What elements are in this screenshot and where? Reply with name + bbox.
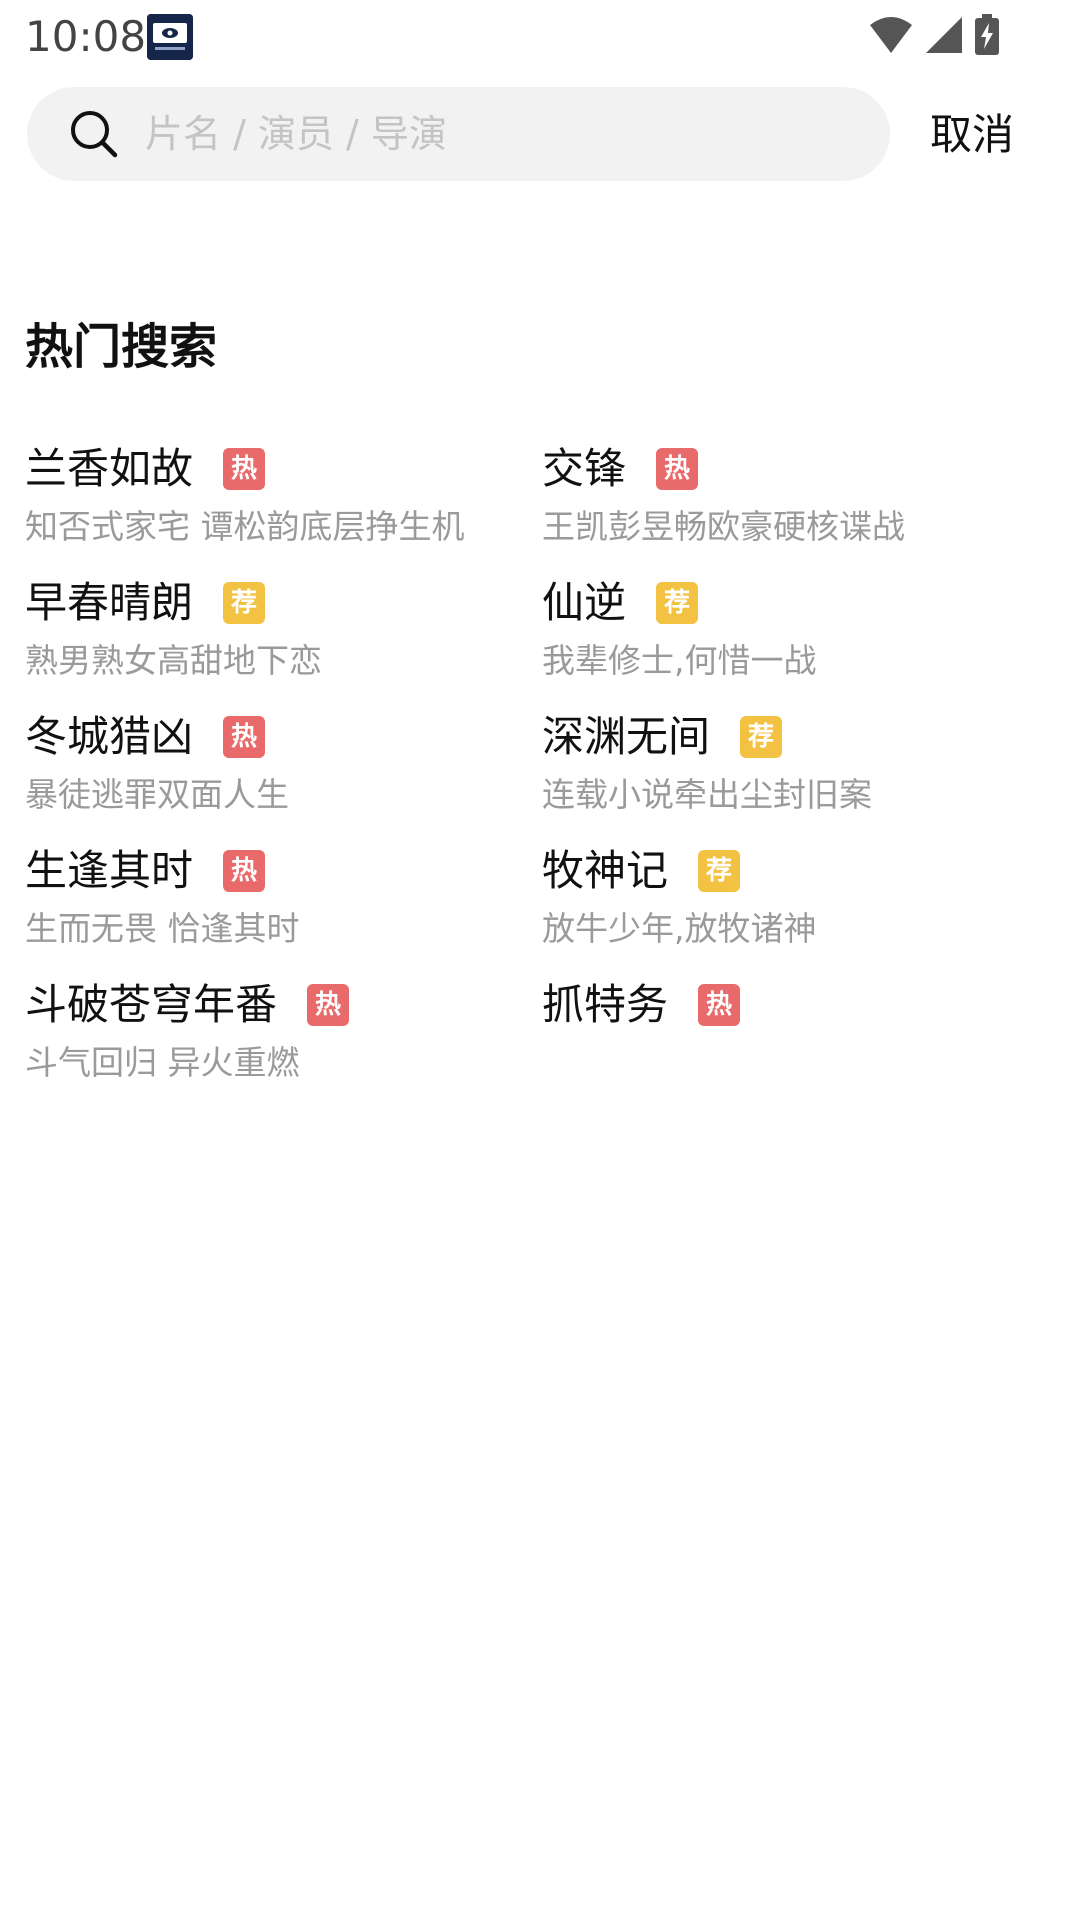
hot-search-item[interactable]: 斗破苍穹年番 热 斗气回归 异火重燃 — [25, 976, 525, 1096]
recommend-badge: 荐 — [698, 850, 741, 892]
search-box[interactable] — [27, 87, 890, 181]
hot-item-title: 牧神记 — [542, 846, 669, 895]
hot-search-item[interactable]: 抓特务 热 — [542, 976, 1042, 1096]
hot-item-title: 交锋 — [542, 444, 627, 493]
hot-item-desc: 连载小说牵出尘封旧案 — [542, 775, 872, 814]
hot-badge: 热 — [223, 716, 266, 758]
hot-search-item[interactable]: 早春晴朗 荐 熟男熟女高甜地下恋 — [25, 574, 525, 694]
section-title: 热门搜索 — [25, 319, 218, 375]
hot-item-desc: 生而无畏 恰逢其时 — [25, 909, 300, 948]
search-input[interactable] — [145, 87, 865, 181]
hot-item-desc: 暴徒逃罪双面人生 — [25, 775, 289, 814]
search-icon — [67, 107, 121, 161]
hot-badge: 热 — [656, 448, 699, 490]
recommend-badge: 荐 — [223, 582, 266, 624]
battery-charging-icon — [974, 14, 1000, 60]
hot-item-desc: 我辈修士,何惜一战 — [542, 641, 817, 680]
hot-item-title: 早春晴朗 — [25, 578, 194, 627]
status-time: 10:08 — [25, 12, 147, 61]
hot-search-item[interactable]: 生逢其时 热 生而无畏 恰逢其时 — [25, 842, 525, 962]
status-icons — [868, 14, 1000, 60]
hot-item-title: 生逢其时 — [25, 846, 194, 895]
hot-search-item[interactable]: 兰香如故 热 知否式家宅 谭松韵底层挣生机 — [25, 440, 525, 560]
hot-search-item[interactable]: 仙逆 荐 我辈修士,何惜一战 — [542, 574, 1042, 694]
hot-item-desc: 熟男熟女高甜地下恋 — [25, 641, 322, 680]
cancel-button[interactable]: 取消 — [930, 100, 1014, 170]
recommend-badge: 荐 — [740, 716, 783, 758]
hot-item-title: 兰香如故 — [25, 444, 194, 493]
hot-item-desc: 斗气回归 异火重燃 — [25, 1043, 300, 1082]
tv-app-icon — [147, 14, 193, 60]
hot-badge: 热 — [223, 448, 266, 490]
hot-search-item[interactable]: 交锋 热 王凯彭昱畅欧豪硬核谍战 — [542, 440, 1042, 560]
hot-search-item[interactable]: 牧神记 荐 放牛少年,放牧诸神 — [542, 842, 1042, 962]
wifi-icon — [868, 15, 914, 59]
hot-search-item[interactable]: 深渊无间 荐 连载小说牵出尘封旧案 — [542, 708, 1042, 828]
hot-badge: 热 — [698, 984, 741, 1026]
hot-item-title: 抓特务 — [542, 980, 669, 1029]
cellular-signal-icon — [924, 15, 964, 59]
status-bar: 10:08 — [0, 0, 1080, 74]
hot-item-desc: 王凯彭昱畅欧豪硬核谍战 — [542, 507, 905, 546]
hot-item-desc: 知否式家宅 谭松韵底层挣生机 — [25, 507, 465, 546]
hot-item-title: 斗破苍穹年番 — [25, 980, 278, 1029]
hot-item-desc: 放牛少年,放牧诸神 — [542, 909, 817, 948]
hot-search-item[interactable]: 冬城猎凶 热 暴徒逃罪双面人生 — [25, 708, 525, 828]
hot-item-title: 仙逆 — [542, 578, 627, 627]
hot-item-title: 冬城猎凶 — [25, 712, 194, 761]
hot-item-title: 深渊无间 — [542, 712, 711, 761]
hot-badge: 热 — [223, 850, 266, 892]
recommend-badge: 荐 — [656, 582, 699, 624]
hot-badge: 热 — [307, 984, 350, 1026]
